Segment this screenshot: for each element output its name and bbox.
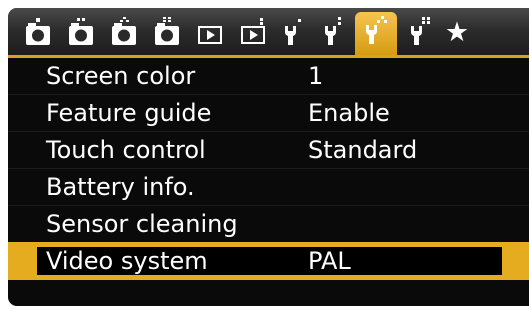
menu-item-sensor-cleaning[interactable]: Sensor cleaning <box>8 206 529 242</box>
wrench-setup-icon <box>411 17 430 45</box>
menu-item-value: PAL <box>308 247 351 275</box>
wrench-setup-icon <box>366 16 387 44</box>
menu-item-label: Battery info. <box>46 173 195 201</box>
menu-item-battery-info[interactable]: Battery info. <box>8 169 529 205</box>
tab-setup-4[interactable] <box>402 8 436 56</box>
menu-item-label: Touch control <box>46 136 206 164</box>
tab-shooting-4[interactable] <box>149 8 185 56</box>
tab-playback-2[interactable] <box>235 8 271 56</box>
camera-shooting-icon <box>26 18 50 45</box>
tab-setup-2[interactable] <box>316 8 350 56</box>
star-my-menu-icon: ★ <box>444 16 470 48</box>
menu-item-label: Sensor cleaning <box>46 210 238 238</box>
wrench-setup-icon <box>325 17 341 45</box>
playback-icon <box>198 26 222 44</box>
menu-item-label: Screen color <box>46 62 196 90</box>
tab-playback-1[interactable] <box>192 8 228 56</box>
menu-item-value: 1 <box>308 62 324 90</box>
tab-setup-1[interactable] <box>276 8 310 56</box>
playback-icon <box>241 18 265 44</box>
menu-item-touch-control[interactable]: Touch control Standard <box>8 132 529 168</box>
menu-item-feature-guide[interactable]: Feature guide Enable <box>8 95 529 131</box>
menu-item-value: Enable <box>308 99 390 127</box>
tab-shooting-2[interactable] <box>63 8 99 56</box>
tab-shooting-3[interactable] <box>106 8 142 56</box>
camera-shooting-icon <box>112 17 136 45</box>
camera-shooting-icon <box>155 17 179 45</box>
menu-item-value: Standard <box>308 136 418 164</box>
tab-setup-3[interactable] <box>355 12 397 56</box>
menu-item-label: Video system <box>46 247 208 275</box>
tab-my-menu[interactable]: ★ <box>440 8 474 56</box>
menu-tab-bar: ★ <box>8 8 529 56</box>
menu-item-screen-color[interactable]: Screen color 1 <box>8 58 529 94</box>
camera-shooting-icon <box>69 18 93 45</box>
wrench-setup-icon <box>285 19 301 45</box>
camera-menu-screen: ★ Screen color 1 Feature guide Enable To… <box>8 8 529 306</box>
menu-item-label: Feature guide <box>46 99 212 127</box>
tab-shooting-1[interactable] <box>20 8 56 56</box>
menu-item-video-system[interactable]: Video system PAL <box>8 242 529 280</box>
